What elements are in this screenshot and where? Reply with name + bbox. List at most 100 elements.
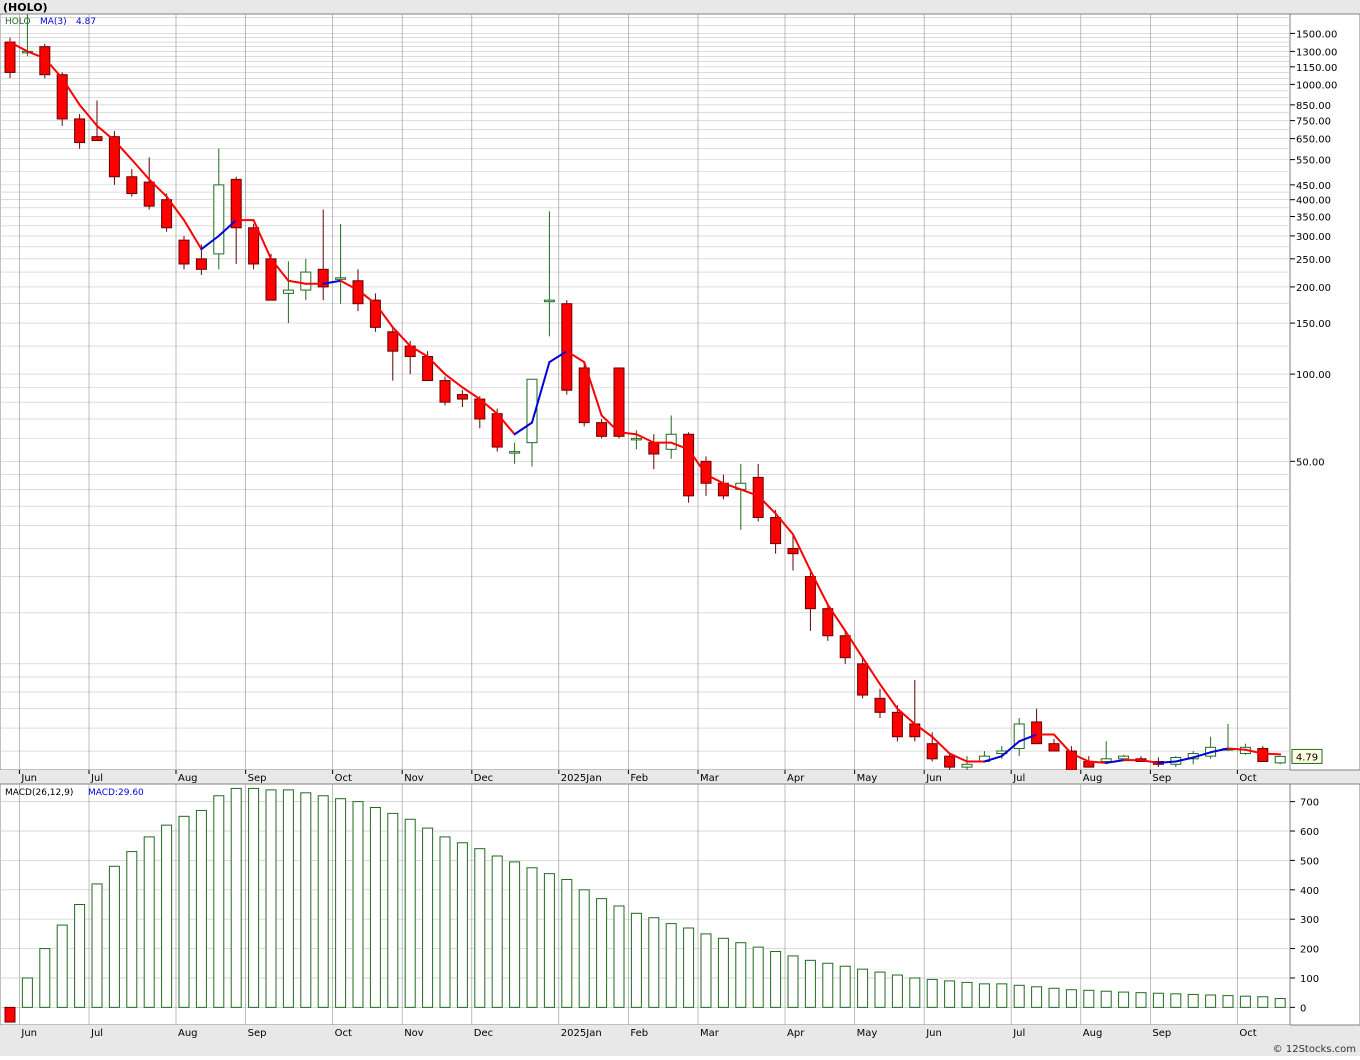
macd-bar <box>143 836 155 1008</box>
x-axis-label: Jun <box>925 773 942 784</box>
chart-canvas: (HOLO) 1500.00 1300.00 1150.00 1000.00 850.0… <box>0 0 1360 1056</box>
macd-bar <box>926 978 938 1008</box>
macd-bar <box>21 977 33 1008</box>
price-tick-label: 1300.00 <box>1296 47 1337 58</box>
x-axis-label: Jun <box>20 773 37 784</box>
macd-value-label: MACD:29.60 <box>88 788 144 798</box>
candle-body <box>926 743 938 760</box>
macd-bar <box>978 983 990 1008</box>
candle-body <box>630 437 642 441</box>
macd-bar <box>491 855 503 1008</box>
macd-x-axis-label: Dec <box>474 1028 493 1039</box>
candle-body <box>282 289 294 294</box>
macd-bar <box>282 789 294 1008</box>
macd-bar <box>1257 996 1269 1008</box>
macd-bar <box>4 1006 16 1023</box>
candle-body <box>770 516 782 545</box>
x-axis-label: Aug <box>1083 773 1103 784</box>
macd-bar <box>509 861 521 1008</box>
macd-bar <box>822 962 834 1008</box>
x-axis-label: Oct <box>335 773 352 784</box>
candle-body <box>561 303 573 391</box>
macd-tick-label: 100 <box>1300 974 1319 985</box>
macd-bar <box>683 927 695 1008</box>
macd-bar <box>1152 992 1164 1008</box>
candle-body <box>387 331 399 352</box>
candle-body <box>804 576 816 610</box>
macd-bar <box>630 912 642 1008</box>
price-tick-label: 100.00 <box>1296 370 1331 381</box>
price-tick-label: 1500.00 <box>1296 29 1337 40</box>
ma-value: 4.87 <box>76 17 96 27</box>
macd-x-axis-label: Nov <box>404 1028 424 1039</box>
macd-bar <box>874 971 886 1008</box>
candle-body <box>787 548 799 555</box>
watermark: © 12Stocks.com <box>1273 1044 1356 1055</box>
candle-body <box>839 635 851 659</box>
symbol-label: HOLO <box>5 17 31 27</box>
macd-bar <box>352 801 364 1008</box>
macd-bar <box>561 879 573 1008</box>
candle-body <box>961 763 973 768</box>
macd-bar <box>1187 993 1199 1008</box>
price-tick-label: 450.00 <box>1296 181 1331 192</box>
macd-bar <box>195 809 207 1008</box>
macd-bar <box>439 836 451 1008</box>
x-axis-label: Mar <box>700 773 720 784</box>
macd-x-axis-label: Jun <box>925 1028 942 1039</box>
x-axis-label: Aug <box>178 773 198 784</box>
macd-bar <box>74 904 86 1008</box>
candle-body <box>335 277 347 280</box>
macd-bar <box>248 787 260 1008</box>
candle-body <box>874 697 886 713</box>
candle-body <box>543 299 555 303</box>
candle-body <box>143 181 155 207</box>
macd-bar <box>700 933 712 1008</box>
candle-body <box>944 755 956 768</box>
macd-bar <box>996 983 1008 1008</box>
macd-x-axis-label: May <box>857 1028 878 1039</box>
macd-tick-label: 600 <box>1300 827 1319 838</box>
macd-tick-label: 0 <box>1300 1003 1306 1014</box>
candle-body <box>683 433 695 497</box>
price-tick-label: 1000.00 <box>1296 80 1337 91</box>
candle-body <box>439 380 451 403</box>
price-tick-label: 850.00 <box>1296 101 1331 112</box>
ma-segment <box>1227 747 1247 751</box>
candle-body <box>161 199 173 229</box>
candle-body <box>648 442 660 455</box>
price-tick-label: 350.00 <box>1296 212 1331 223</box>
macd-bar <box>161 824 173 1008</box>
macd-tick-label: 300 <box>1300 915 1319 926</box>
macd-x-axis-label: Apr <box>787 1028 805 1039</box>
candle-body <box>857 663 869 696</box>
candle-body <box>1257 748 1269 763</box>
x-axis-label: Apr <box>787 773 805 784</box>
candle-body <box>596 422 608 437</box>
x-axis-label: May <box>857 773 878 784</box>
macd-tick-label: 700 <box>1300 798 1319 809</box>
candle-body <box>56 74 68 120</box>
macd-bar <box>1205 994 1217 1008</box>
macd-panel: 700 600 500 400 300 200 100 0 MACD(26,12,9) MAC… <box>0 783 1360 1026</box>
x-axis-label: Jul <box>1012 773 1025 784</box>
macd-x-axis-label: Aug <box>178 1028 198 1039</box>
ma-label: MA(3) <box>40 17 67 27</box>
candle-body <box>39 46 51 76</box>
candle-body <box>891 711 903 738</box>
candle-body <box>74 118 86 144</box>
macd-bar <box>1222 995 1234 1008</box>
price-tick-label: 50.00 <box>1296 457 1325 468</box>
price-x-axis: Jun Jul Aug Sep Oct Nov Dec 2025Jan Feb Mar Apr May… <box>0 770 1290 784</box>
macd-bar <box>1170 993 1182 1008</box>
macd-x-axis-label: Jul <box>1012 1028 1025 1039</box>
candle-body <box>265 258 277 301</box>
price-tick-label: 250.00 <box>1296 255 1331 266</box>
candle-body <box>1031 721 1043 745</box>
candle-body <box>700 460 712 484</box>
macd-bar <box>404 818 416 1008</box>
macd-tick-label: 500 <box>1300 856 1319 867</box>
macd-bar <box>752 946 764 1008</box>
price-tick-label: 300.00 <box>1296 232 1331 243</box>
macd-bar <box>300 792 312 1008</box>
